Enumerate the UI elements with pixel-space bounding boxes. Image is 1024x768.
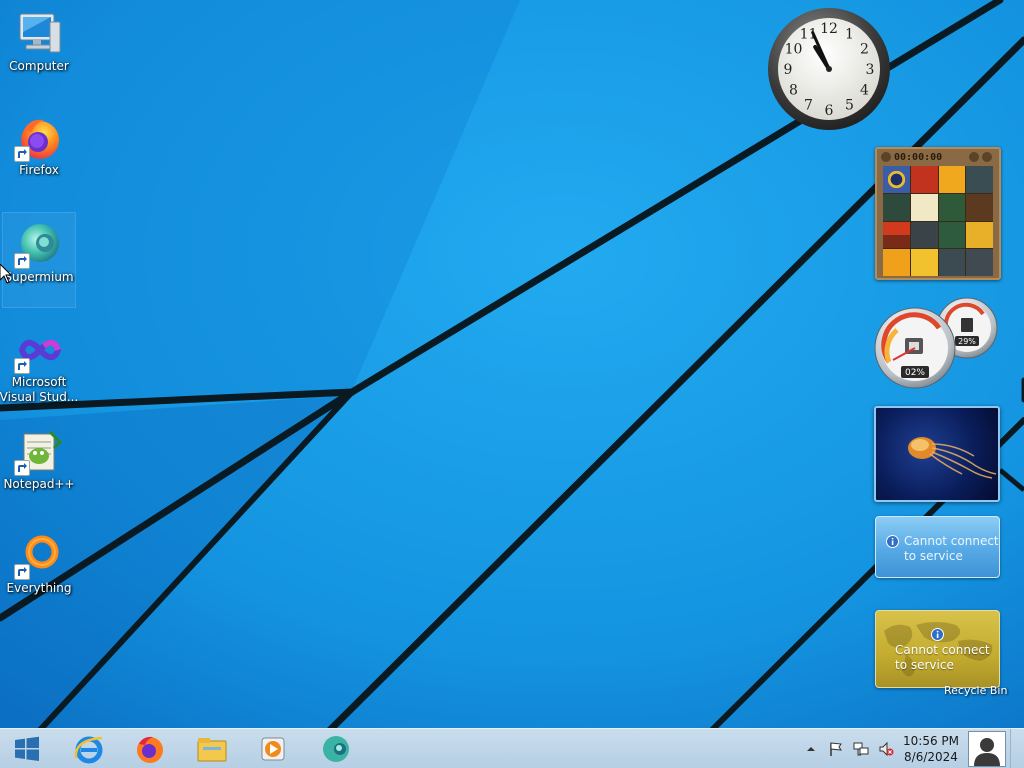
info-icon [886, 535, 899, 548]
currency-error-message: Cannot connect to service [895, 643, 990, 672]
taskbar-supermium[interactable] [307, 729, 365, 768]
memory-usage-readout: 29% [958, 337, 976, 346]
show-desktop-button[interactable] [1010, 729, 1024, 768]
internet-explorer-icon [74, 736, 103, 764]
clock-numeral: 8 [789, 83, 798, 99]
supermium-icon [14, 219, 64, 269]
computer-icon [14, 8, 64, 58]
taskbar-media-player[interactable] [244, 729, 302, 768]
puzzle-tile[interactable] [883, 166, 910, 193]
clock-numeral: 5 [845, 98, 854, 114]
puzzle-tile[interactable] [938, 193, 966, 221]
puzzle-show-picture-icon[interactable] [982, 152, 992, 162]
shortcut-arrow-icon [14, 358, 30, 374]
network-icon[interactable] [850, 738, 872, 760]
desktop-icon-supermium[interactable]: Supermium [2, 212, 76, 308]
cpu-usage-readout: 02% [905, 368, 925, 378]
chevron-up-icon [807, 747, 815, 751]
action-center-flag-icon[interactable] [825, 738, 847, 760]
start-button[interactable] [0, 729, 54, 768]
puzzle-tile[interactable] [938, 221, 966, 249]
puzzle-tile[interactable] [966, 193, 993, 221]
weather-error-message: Cannot connect to service [904, 534, 999, 563]
desktop-icon-label: Microsoft Visual Stud... [0, 375, 79, 404]
taskbar-time: 10:56 PM [903, 734, 959, 748]
taskbar-firefox[interactable] [121, 729, 179, 768]
desktop-icon-visual-studio[interactable]: Microsoft Visual Stud... [0, 318, 79, 414]
puzzle-timer: 00:00:00 [894, 151, 943, 163]
shortcut-arrow-icon [14, 460, 30, 476]
media-player-icon [261, 737, 285, 761]
puzzle-tile[interactable] [883, 249, 910, 276]
puzzle-tile[interactable] [966, 249, 993, 276]
firefox-icon [14, 112, 64, 162]
show-hidden-icons-button[interactable] [800, 738, 822, 760]
visual-studio-icon [14, 324, 64, 374]
clock-numeral: 10 [785, 42, 803, 58]
info-icon [931, 628, 944, 641]
shortcut-arrow-icon [14, 253, 30, 269]
clock-numeral: 7 [804, 98, 813, 114]
clock-numeral: 4 [860, 83, 869, 99]
desktop-icon-label: Everything [6, 581, 72, 595]
taskbar-date: 8/6/2024 [904, 750, 958, 764]
puzzle-tile[interactable] [910, 249, 938, 276]
desktop-icon-firefox[interactable]: Firefox [2, 106, 76, 202]
clock-numeral: 1 [845, 27, 854, 43]
recycle-bin-label[interactable]: Recycle Bin [944, 684, 1014, 697]
clock-numeral: 2 [860, 42, 869, 58]
desktop-icon-notepadpp[interactable]: Notepad++ [2, 420, 76, 516]
clock-numeral: 6 [825, 103, 834, 119]
clock-gadget[interactable]: 12 1234567891011 [766, 6, 892, 132]
file-explorer-icon [197, 738, 227, 762]
user-avatar-icon [974, 738, 1000, 766]
picture-puzzle-gadget[interactable]: 00:00:00 [875, 147, 1001, 280]
puzzle-tile[interactable] [966, 221, 993, 249]
currency-gadget[interactable]: Cannot connect to service [875, 610, 1000, 688]
clock-numeral: 9 [784, 62, 793, 78]
puzzle-board[interactable] [883, 166, 993, 276]
everything-icon [14, 530, 64, 580]
desktop-icon-everything[interactable]: Everything [2, 524, 76, 620]
taskbar-file-explorer[interactable] [183, 729, 241, 768]
cpu-meter-gadget[interactable]: 29% 02% [873, 296, 1003, 390]
mouse-pointer-icon [0, 264, 12, 284]
system-tray [800, 729, 900, 768]
puzzle-tile[interactable] [910, 193, 938, 221]
weather-gadget[interactable]: Cannot connect to service [875, 516, 1000, 578]
clock-numeral: 12 [820, 21, 838, 37]
puzzle-tile[interactable] [883, 221, 910, 249]
windows-logo-icon [15, 736, 39, 761]
notepadpp-icon [14, 426, 64, 476]
slideshow-gadget[interactable] [874, 406, 1000, 502]
firefox-icon [137, 736, 163, 763]
desktop-icon-label: Computer [9, 59, 69, 73]
shortcut-arrow-icon [14, 146, 30, 162]
puzzle-tile[interactable] [883, 193, 910, 221]
volume-muted-icon[interactable] [875, 738, 897, 760]
desktop-icon-label: Firefox [19, 163, 59, 177]
desktop-icon-computer[interactable]: Computer [2, 2, 76, 98]
puzzle-tile[interactable] [938, 166, 966, 193]
puzzle-timer-icon [881, 152, 891, 162]
taskbar-clock[interactable]: 10:56 PM 8/6/2024 [896, 733, 966, 765]
puzzle-tile[interactable] [910, 166, 938, 193]
puzzle-help-icon[interactable] [969, 152, 979, 162]
desktop-icon-label: Notepad++ [3, 477, 75, 491]
puzzle-tile[interactable] [966, 166, 993, 193]
taskbar-internet-explorer[interactable] [60, 729, 118, 768]
taskbar: 10:56 PM 8/6/2024 [0, 728, 1024, 768]
puzzle-tile[interactable] [910, 221, 938, 249]
puzzle-tile[interactable] [938, 249, 966, 276]
user-account-button[interactable] [968, 731, 1006, 767]
jellyfish-photo [908, 437, 997, 479]
clock-numeral: 3 [866, 62, 875, 78]
supermium-icon [323, 736, 349, 762]
shortcut-arrow-icon [14, 564, 30, 580]
